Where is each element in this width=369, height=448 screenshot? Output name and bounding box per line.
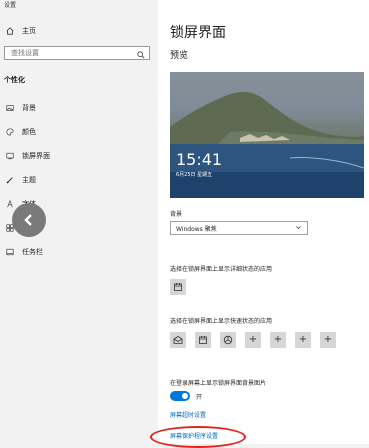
section-title: 个性化 <box>4 76 25 84</box>
store-icon <box>223 335 233 345</box>
chevron-down-icon <box>295 224 302 233</box>
search-input[interactable] <box>9 48 133 58</box>
background-label: 背景 <box>170 211 183 218</box>
detailed-status-label: 选择在锁屏界面上显示详细状态的应用 <box>170 266 273 273</box>
search-box[interactable] <box>4 46 150 60</box>
palette-icon <box>4 128 16 136</box>
taskbar-icon <box>4 248 16 256</box>
screen-timeout-link[interactable]: 屏幕超时设置 <box>170 410 206 419</box>
signin-background-toggle[interactable] <box>170 391 190 401</box>
signin-background-toggle-row: 开 <box>170 391 202 401</box>
plus-icon: + <box>323 334 333 345</box>
back-button[interactable] <box>12 203 46 237</box>
sidebar-item-label: 锁屏界面 <box>22 152 50 160</box>
sidebar-item-label: 主题 <box>22 176 36 184</box>
quick-status-add-button-4[interactable]: + <box>320 332 336 348</box>
quick-status-add-button-1[interactable]: + <box>245 332 261 348</box>
quick-status-app-store[interactable] <box>220 332 236 348</box>
mail-icon <box>173 336 183 344</box>
quick-status-add-button-2[interactable]: + <box>270 332 286 348</box>
sidebar-item-colors[interactable]: 颜色 <box>4 125 36 139</box>
divider-dot: · <box>160 182 162 187</box>
sidebar-item-background[interactable]: 背景 <box>4 101 36 115</box>
lock-screen-icon <box>4 152 16 160</box>
quick-status-label: 选择在锁屏界面上显示快速状态的应用 <box>170 318 273 325</box>
lock-screen-preview: 15:41 6月25日 星期五 <box>170 72 364 198</box>
plus-icon: + <box>248 334 258 345</box>
background-dropdown-value: Windows 聚焦 <box>176 225 217 233</box>
calendar-icon <box>199 336 207 344</box>
page-title: 锁屏界面 <box>170 25 226 41</box>
quick-status-app-mail[interactable] <box>170 332 186 348</box>
sidebar-item-label: 任务栏 <box>22 248 43 256</box>
sidebar-item-taskbar[interactable]: 任务栏 <box>4 245 43 259</box>
sidebar: 设置 主页 个性化 背景 颜色 锁屏界面 主题 <box>0 0 158 444</box>
landscape-image <box>170 92 364 198</box>
main-panel: 锁屏界面 预览 15:41 6月25日 星期五 背景 Windows 聚焦 选择… <box>158 0 369 444</box>
detailed-status-app-calendar[interactable] <box>170 279 186 295</box>
sidebar-item-home[interactable]: 主页 <box>4 24 36 38</box>
lock-time: 15:41 <box>176 150 223 169</box>
chevron-left-icon <box>24 214 32 226</box>
background-dropdown[interactable]: Windows 聚焦 <box>170 221 308 235</box>
image-icon <box>4 104 16 112</box>
signin-background-label: 在登录屏幕上显示锁屏界面背景图片 <box>170 380 267 387</box>
sidebar-item-themes[interactable]: 主题 <box>4 173 36 187</box>
annotation-circle <box>150 426 246 448</box>
plus-icon: + <box>273 334 283 345</box>
preview-heading: 预览 <box>170 51 189 61</box>
sidebar-item-label: 主页 <box>22 27 36 35</box>
quick-status-add-button-3[interactable]: + <box>295 332 311 348</box>
brush-icon <box>4 176 16 184</box>
plus-icon: + <box>298 334 308 345</box>
lock-date: 6月25日 星期五 <box>176 172 213 178</box>
search-icon[interactable] <box>137 44 145 63</box>
calendar-icon <box>174 283 182 291</box>
sidebar-item-label: 颜色 <box>22 128 36 136</box>
font-icon <box>4 200 16 208</box>
sidebar-item-label: 背景 <box>22 104 36 112</box>
home-icon <box>4 27 16 35</box>
app-title: 设置 <box>4 2 17 9</box>
toggle-knob <box>182 393 188 399</box>
toggle-state-label: 开 <box>196 393 203 401</box>
quick-status-app-calendar[interactable] <box>195 332 211 348</box>
sidebar-item-lock-screen[interactable]: 锁屏界面 <box>4 149 50 163</box>
